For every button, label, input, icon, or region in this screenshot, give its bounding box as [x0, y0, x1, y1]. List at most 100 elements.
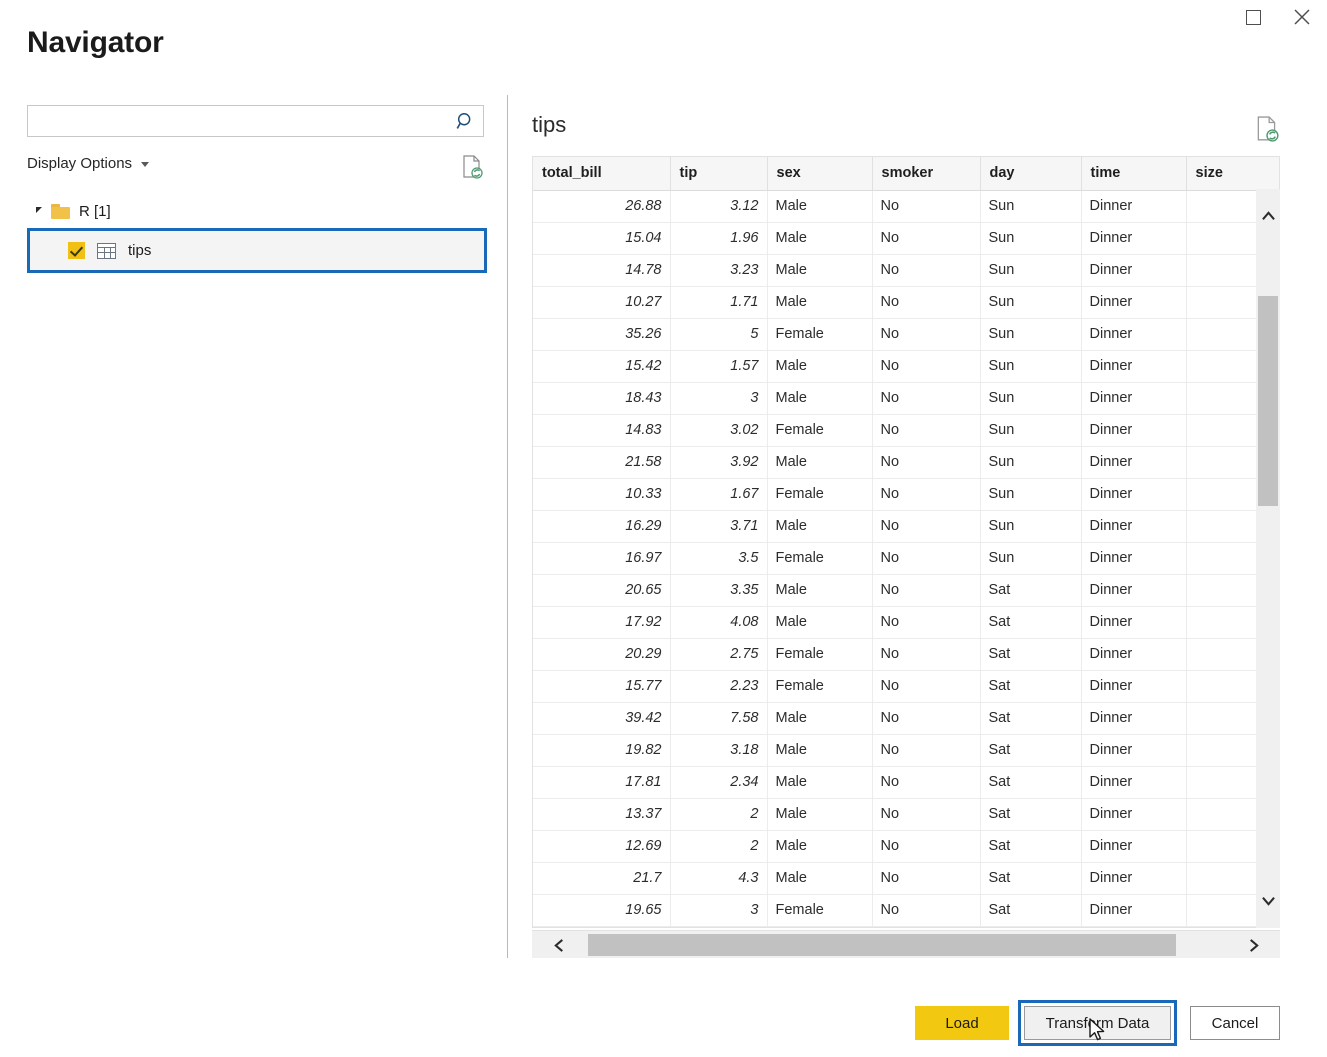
- close-icon: [1294, 9, 1310, 25]
- cell-day: Sat: [980, 862, 1082, 895]
- cell-smoker: No: [872, 286, 981, 319]
- cell-day: Sat: [980, 638, 1082, 671]
- cell-total_bill: 16.97: [533, 542, 671, 575]
- cell-smoker: No: [872, 382, 981, 415]
- document-refresh-icon[interactable]: [461, 155, 483, 179]
- tips-checkbox[interactable]: [68, 242, 85, 259]
- table-row[interactable]: 10.33 1.67 Female No Sun Dinner: [533, 478, 1279, 511]
- display-options-dropdown[interactable]: Display Options: [27, 155, 150, 172]
- tree-node-r[interactable]: R [1]: [27, 198, 487, 225]
- close-button[interactable]: [1279, 0, 1325, 34]
- table-row[interactable]: 17.81 2.34 Male No Sat Dinner: [533, 766, 1279, 799]
- chevron-up-icon: [1261, 211, 1275, 220]
- scroll-down-button[interactable]: [1256, 873, 1280, 928]
- tree-item-label: tips: [128, 242, 152, 259]
- table-row[interactable]: 21.58 3.92 Male No Sun Dinner: [533, 446, 1279, 479]
- cell-time: Dinner: [1081, 190, 1187, 223]
- transform-data-button[interactable]: Transform Data: [1024, 1006, 1171, 1040]
- cell-day: Sun: [980, 510, 1082, 543]
- table-row[interactable]: 15.04 1.96 Male No Sun Dinner: [533, 222, 1279, 255]
- cell-sex: Female: [767, 670, 873, 703]
- table-row[interactable]: 20.29 2.75 Female No Sat Dinner: [533, 638, 1279, 671]
- column-header-day[interactable]: day: [980, 157, 1082, 191]
- cancel-button[interactable]: Cancel: [1190, 1006, 1280, 1040]
- cell-day: Sun: [980, 222, 1082, 255]
- column-header-tip[interactable]: tip: [670, 157, 768, 191]
- cell-tip: 3.12: [670, 190, 768, 223]
- cell-total_bill: 19.65: [533, 894, 671, 927]
- table-row[interactable]: 14.78 3.23 Male No Sun Dinner: [533, 254, 1279, 287]
- cell-smoker: No: [872, 702, 981, 735]
- data-preview-grid[interactable]: total_bill tip sex smoker day time size …: [532, 156, 1280, 928]
- vertical-scroll-thumb[interactable]: [1258, 296, 1278, 506]
- table-row[interactable]: 26.88 3.12 Male No Sun Dinner: [533, 190, 1279, 223]
- table-row[interactable]: 18.43 3 Male No Sun Dinner: [533, 382, 1279, 415]
- table-row[interactable]: 39.42 7.58 Male No Sat Dinner: [533, 702, 1279, 735]
- maximize-button[interactable]: [1230, 0, 1276, 34]
- scroll-right-button[interactable]: [1226, 931, 1280, 959]
- table-row[interactable]: 13.37 2 Male No Sat Dinner: [533, 798, 1279, 831]
- cell-smoker: No: [872, 862, 981, 895]
- document-refresh-icon[interactable]: [1255, 116, 1279, 142]
- table-row[interactable]: 19.65 3 Female No Sat Dinner: [533, 894, 1279, 927]
- cell-time: Dinner: [1081, 638, 1187, 671]
- pane-splitter[interactable]: [507, 95, 508, 958]
- cell-day: Sun: [980, 318, 1082, 351]
- table-row[interactable]: 19.82 3.18 Male No Sat Dinner: [533, 734, 1279, 767]
- cell-tip: 1.96: [670, 222, 768, 255]
- cell-total_bill: 17.92: [533, 606, 671, 639]
- cell-smoker: No: [872, 798, 981, 831]
- preview-table: total_bill tip sex smoker day time size …: [533, 157, 1279, 927]
- horizontal-scrollbar[interactable]: [532, 930, 1280, 958]
- scroll-up-button[interactable]: [1256, 189, 1280, 244]
- column-header-smoker[interactable]: smoker: [872, 157, 981, 191]
- column-header-time[interactable]: time: [1081, 157, 1187, 191]
- cell-time: Dinner: [1081, 606, 1187, 639]
- table-row[interactable]: 20.65 3.35 Male No Sat Dinner: [533, 574, 1279, 607]
- column-header-size[interactable]: size: [1186, 157, 1279, 191]
- scroll-left-button[interactable]: [532, 931, 586, 959]
- horizontal-scroll-thumb[interactable]: [588, 934, 1176, 956]
- load-button[interactable]: Load: [915, 1006, 1009, 1040]
- table-row[interactable]: 16.29 3.71 Male No Sun Dinner: [533, 510, 1279, 543]
- search-icon[interactable]: [455, 111, 477, 133]
- cell-smoker: No: [872, 510, 981, 543]
- table-row[interactable]: 14.83 3.02 Female No Sun Dinner: [533, 414, 1279, 447]
- tree-item-tips[interactable]: tips: [27, 228, 487, 273]
- maximize-icon: [1245, 9, 1261, 25]
- cell-day: Sat: [980, 734, 1082, 767]
- table-row[interactable]: 16.97 3.5 Female No Sun Dinner: [533, 542, 1279, 575]
- search-input[interactable]: [34, 106, 454, 136]
- cell-smoker: No: [872, 574, 981, 607]
- cell-tip: 7.58: [670, 702, 768, 735]
- cell-tip: 4.3: [670, 862, 768, 895]
- table-row[interactable]: 17.92 4.08 Male No Sat Dinner: [533, 606, 1279, 639]
- cell-sex: Male: [767, 574, 873, 607]
- cell-total_bill: 26.88: [533, 190, 671, 223]
- transform-data-button-focus: Transform Data: [1018, 1000, 1177, 1046]
- vertical-scrollbar[interactable]: [1256, 189, 1280, 928]
- table-row[interactable]: 10.27 1.71 Male No Sun Dinner: [533, 286, 1279, 319]
- table-row[interactable]: 15.42 1.57 Male No Sun Dinner: [533, 350, 1279, 383]
- cell-tip: 1.67: [670, 478, 768, 511]
- cell-smoker: No: [872, 222, 981, 255]
- table-row[interactable]: 12.69 2 Male No Sat Dinner: [533, 830, 1279, 863]
- column-header-total_bill[interactable]: total_bill: [533, 157, 671, 191]
- expand-triangle-icon[interactable]: [36, 207, 42, 213]
- column-header-sex[interactable]: sex: [767, 157, 873, 191]
- cell-tip: 3.18: [670, 734, 768, 767]
- table-row[interactable]: 15.77 2.23 Female No Sat Dinner: [533, 670, 1279, 703]
- cell-sex: Male: [767, 254, 873, 287]
- cell-total_bill: 15.42: [533, 350, 671, 383]
- cell-total_bill: 21.7: [533, 862, 671, 895]
- folder-icon: [51, 204, 70, 219]
- cell-tip: 5: [670, 318, 768, 351]
- cell-time: Dinner: [1081, 766, 1187, 799]
- table-row[interactable]: 35.26 5 Female No Sun Dinner: [533, 318, 1279, 351]
- cell-smoker: No: [872, 478, 981, 511]
- cell-total_bill: 13.37: [533, 798, 671, 831]
- search-box[interactable]: [27, 105, 484, 137]
- chevron-down-icon: [1261, 897, 1275, 906]
- cell-day: Sat: [980, 670, 1082, 703]
- table-row[interactable]: 21.7 4.3 Male No Sat Dinner: [533, 862, 1279, 895]
